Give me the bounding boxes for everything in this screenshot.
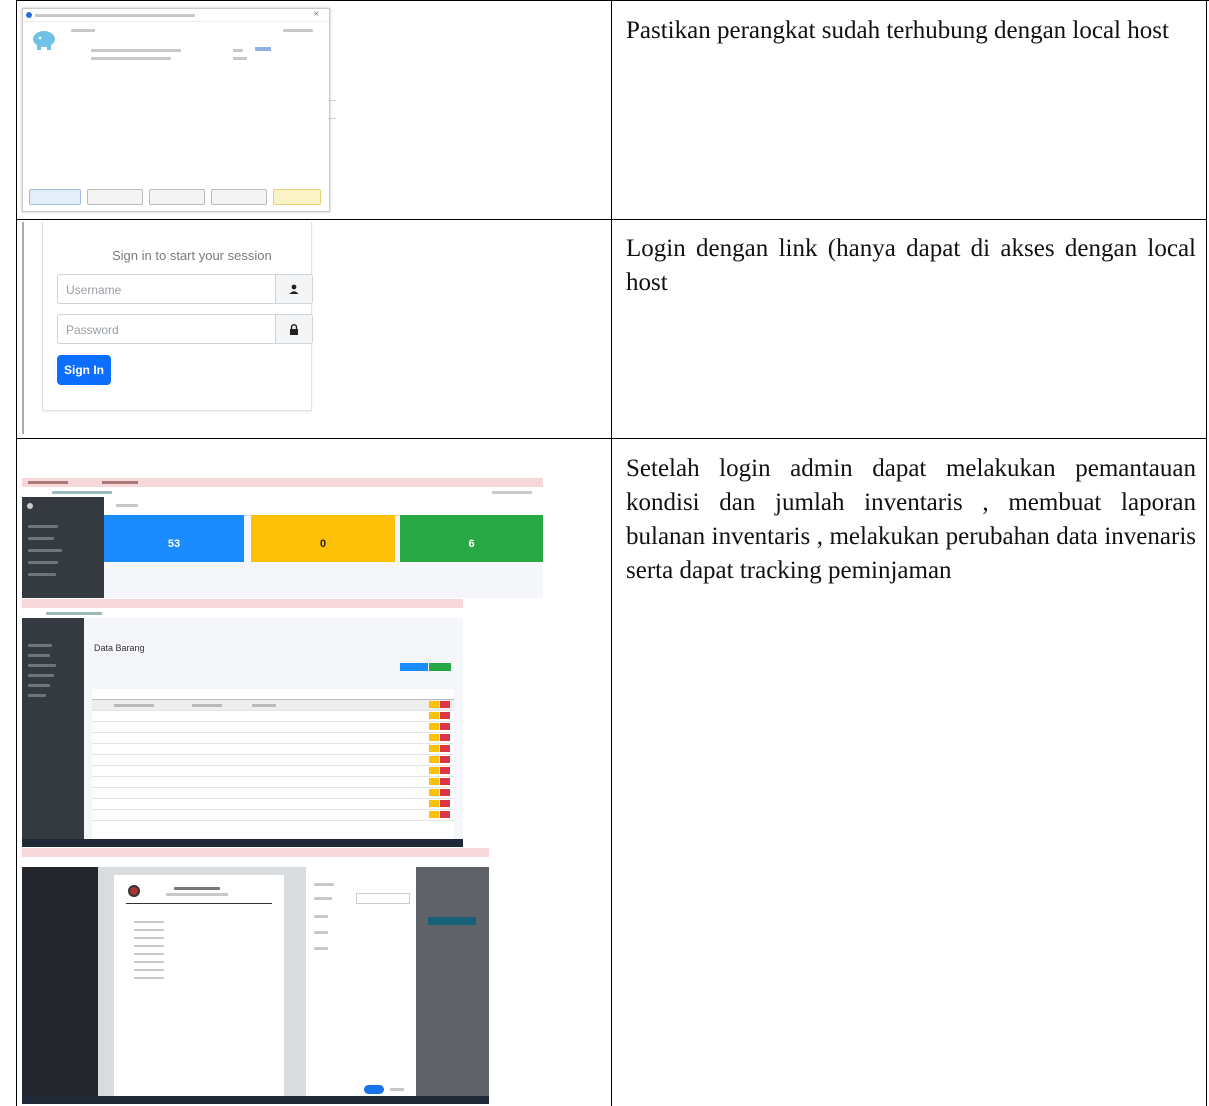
admin-sidebar-3 [22, 867, 98, 1104]
elephant-logo-icon [31, 29, 57, 51]
browser-address-bar-3 [22, 857, 489, 867]
table-row-divider-1 [16, 219, 1207, 220]
lock-icon [275, 315, 312, 343]
toolbar-button-4 [211, 189, 267, 205]
stat-card-blue-value: 53 [167, 538, 181, 550]
add-button [400, 663, 428, 671]
sign-in-button[interactable]: Sign In [57, 355, 111, 385]
admin-sidebar [22, 497, 104, 598]
browser-tab-bar [22, 478, 543, 487]
table-border-top [16, 0, 1209, 1]
window-titlebar: × [23, 9, 329, 22]
toolbar-button-1 [29, 189, 81, 205]
browser-tab-bar-3 [22, 848, 489, 857]
stat-card-green-value: 6 [468, 538, 475, 550]
username-placeholder: Username [66, 283, 122, 297]
xampp-window-screenshot: × [22, 8, 330, 212]
dashboard-screenshot: 53 0 6 [22, 478, 543, 598]
print-settings-panel [306, 867, 416, 1104]
table-border-middle [611, 0, 612, 1106]
print-button [429, 663, 451, 671]
report-logo-icon [128, 885, 140, 897]
close-icon: × [313, 9, 320, 18]
stat-card-yellow: 0 [251, 515, 395, 562]
dimmed-overlay [416, 867, 489, 1104]
browser-tab-bar-2 [22, 599, 463, 608]
row-1-description: Pastikan perangkat sudah terhubung denga… [626, 17, 1169, 44]
content-header [104, 497, 543, 516]
user-icon [275, 275, 312, 303]
login-screenshot: Sign in to start your session Username P… [22, 222, 313, 434]
toolbar-button-2 [87, 189, 143, 205]
window-icon [26, 12, 32, 18]
toolbar-button-5 [273, 189, 321, 205]
table-row-divider-2 [16, 438, 1207, 439]
toolbar-button-3 [149, 189, 205, 205]
login-left-edge [22, 222, 24, 434]
windows-taskbar-3 [22, 1096, 489, 1104]
browser-address-bar-2 [22, 608, 463, 618]
stat-card-yellow-value: 0 [319, 538, 327, 550]
admin-sidebar-2 [22, 618, 84, 839]
login-title: Sign in to start your session [112, 248, 272, 263]
password-field[interactable]: Password [57, 314, 313, 344]
password-placeholder: Password [66, 323, 119, 337]
print-button-preview [364, 1085, 384, 1094]
table-border-right [1206, 0, 1207, 1106]
data-barang-title: Data Barang [94, 643, 145, 653]
stat-card-blue: 53 [104, 515, 244, 562]
row-3-description: Setelah login admin dapat melakukan pema… [626, 455, 1196, 584]
report-page [114, 875, 284, 1104]
print-preview-area [98, 867, 306, 1104]
username-field[interactable]: Username [57, 274, 313, 304]
windows-taskbar [22, 839, 463, 847]
row-2-description: Login dengan link (hanya dapat di akses … [626, 235, 1196, 296]
data-table [92, 689, 454, 839]
browser-address-bar [22, 487, 543, 497]
sidebar-logo-icon [27, 503, 33, 509]
table-border-left [16, 0, 17, 1106]
data-barang-screenshot: Data Barang [22, 599, 463, 847]
stat-card-green: 6 [400, 515, 543, 562]
report-preview-screenshot [22, 848, 489, 1104]
